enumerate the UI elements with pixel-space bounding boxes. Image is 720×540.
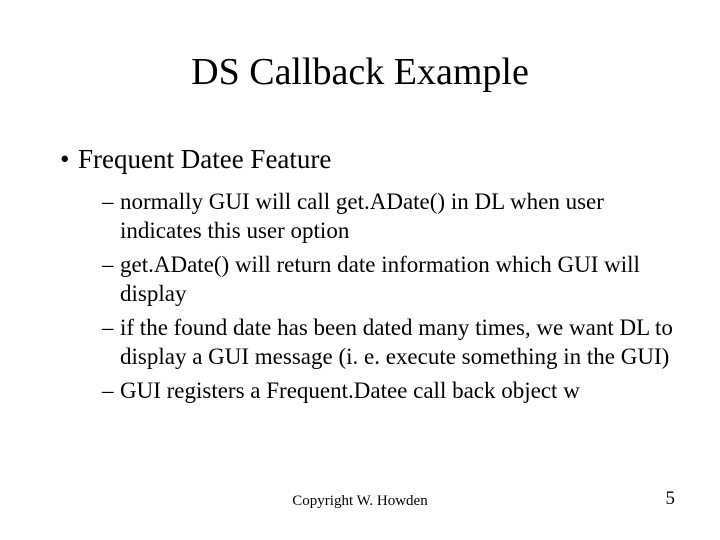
- list-item: normally GUI will call get.ADate() in DL…: [102, 187, 680, 246]
- page-number: 5: [666, 488, 676, 510]
- list-item: if the found date has been dated many ti…: [102, 313, 680, 372]
- footer-copyright: Copyright W. Howden: [0, 493, 720, 510]
- sub-bullet-list: normally GUI will call get.ADate() in DL…: [60, 187, 680, 405]
- slide-title: DS Callback Example: [40, 50, 680, 94]
- list-item: get.ADate() will return date information…: [102, 250, 680, 309]
- list-item: GUI registers a Frequent.Datee call back…: [102, 376, 680, 405]
- content-area: Frequent Datee Feature normally GUI will…: [40, 144, 680, 405]
- top-bullet: Frequent Datee Feature: [60, 144, 680, 175]
